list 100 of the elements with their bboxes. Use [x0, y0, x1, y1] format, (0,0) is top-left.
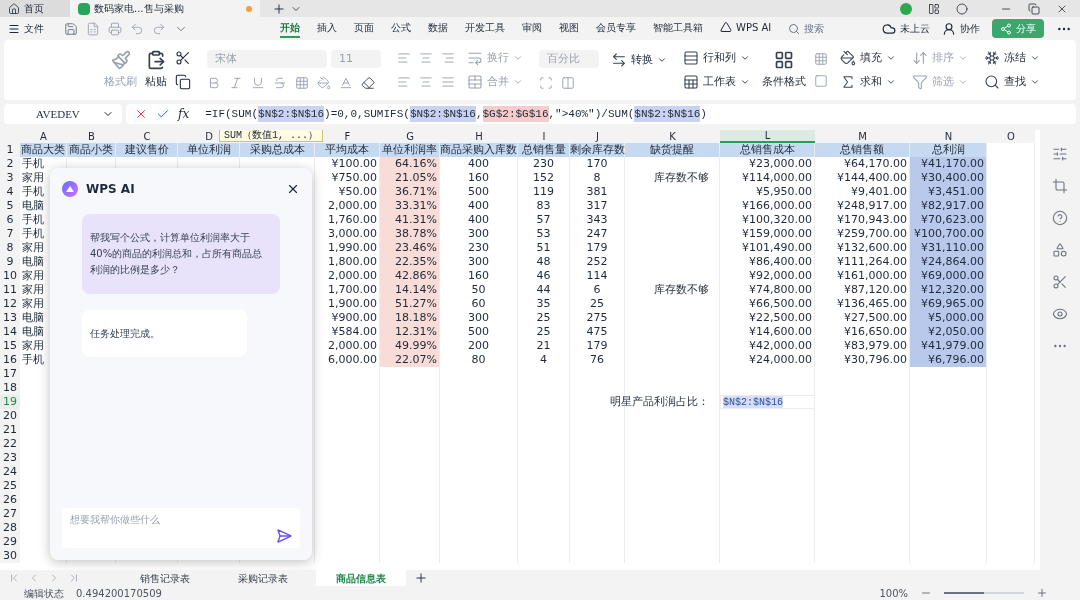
send-button[interactable]	[276, 528, 292, 544]
ribbon-tab[interactable]: 开始	[280, 19, 300, 38]
row-number[interactable]: 13	[0, 311, 20, 325]
column-header[interactable]: M	[815, 130, 910, 143]
scissors-icon[interactable]	[1052, 274, 1068, 290]
row-number[interactable]: 12	[0, 297, 20, 311]
add-sheet-icon[interactable]	[414, 571, 428, 585]
help-icon[interactable]	[1052, 210, 1068, 226]
column-header[interactable]: L	[720, 130, 815, 143]
align-center-icon[interactable]	[419, 75, 433, 90]
ribbon-tab[interactable]: 智能工具箱	[653, 19, 703, 38]
row-number[interactable]: 28	[0, 521, 20, 535]
save-icon[interactable]	[64, 21, 78, 36]
column-header[interactable]: J	[570, 130, 625, 143]
row-number[interactable]: 21	[0, 423, 20, 437]
row-number[interactable]: 24	[0, 465, 20, 479]
convert-button[interactable]: 转换	[607, 51, 671, 69]
ribbon-tab[interactable]: 数据	[428, 19, 448, 38]
fill-icon[interactable]	[840, 49, 856, 66]
align-middle-icon[interactable]	[419, 50, 433, 65]
row-number[interactable]: 15	[0, 339, 20, 353]
column-header[interactable]: H	[440, 130, 518, 143]
row-number[interactable]: 26	[0, 493, 20, 507]
row-number[interactable]: 27	[0, 507, 20, 521]
bold-icon[interactable]	[207, 76, 221, 90]
table-icon[interactable]	[814, 52, 828, 66]
column-header[interactable]: B	[67, 130, 116, 143]
ribbon-tab[interactable]: 开发工具	[465, 19, 505, 38]
eraser-icon[interactable]	[361, 76, 375, 90]
column-header[interactable]: I	[518, 130, 570, 143]
conditional-format-button[interactable]: 条件格式	[762, 49, 806, 91]
editing-cell[interactable]: $N$2:$N$16	[723, 396, 783, 408]
crop-icon[interactable]	[1052, 178, 1068, 194]
sheet-tab[interactable]: 采购记录表	[218, 570, 308, 586]
row-number[interactable]: 23	[0, 451, 20, 465]
collaborate-button[interactable]: 协作	[942, 21, 980, 36]
square-icon[interactable]	[814, 74, 828, 88]
restore-icon[interactable]	[1028, 2, 1040, 15]
sheet-tab[interactable]: 商品信息表	[316, 570, 406, 586]
row-number[interactable]: 18	[0, 381, 20, 395]
function-button[interactable]: fx	[178, 105, 190, 123]
ribbon-tab[interactable]: 审阅	[522, 19, 542, 38]
row-number[interactable]: 6	[0, 213, 20, 227]
confirm-icon[interactable]	[156, 107, 170, 121]
align-bottom-icon[interactable]	[441, 50, 455, 65]
search-button[interactable]: 搜索	[788, 21, 825, 36]
row-number[interactable]: 7	[0, 227, 20, 241]
ribbon-tab[interactable]: 公式	[391, 19, 411, 38]
redo-icon[interactable]	[152, 21, 166, 36]
cut-icon[interactable]	[175, 50, 191, 66]
column-header[interactable]: A	[20, 130, 67, 143]
sheet-icon[interactable]	[683, 74, 699, 91]
formula-field[interactable]: =IF(SUM($N$2:$N$16)=0,0,SUMIFS($N$2:$N$16,$G$2:$G$16,">40%")/SUM($N$2:$N$16)	[205, 105, 707, 123]
last-sheet-icon[interactable]	[68, 572, 80, 584]
rows-columns-button[interactable]: 行和列	[679, 49, 754, 66]
row-number[interactable]: 4	[0, 185, 20, 199]
row-number[interactable]: 11	[0, 283, 20, 297]
sheet-tab[interactable]: 销售记录表	[120, 570, 210, 586]
sum-button[interactable]: 求和	[836, 74, 900, 91]
border-icon[interactable]	[295, 76, 309, 90]
convert-icon[interactable]	[611, 52, 627, 68]
row-number[interactable]: 30	[0, 549, 20, 563]
row-number[interactable]: 16	[0, 353, 20, 367]
copy-icon[interactable]	[175, 74, 191, 90]
row-number[interactable]: 8	[0, 241, 20, 255]
column-header[interactable]: K	[625, 130, 720, 143]
row-number[interactable]: 9	[0, 255, 20, 269]
column-header[interactable]: G	[380, 130, 440, 143]
eye-icon[interactable]	[1052, 306, 1068, 322]
search-icon[interactable]	[984, 74, 1000, 91]
row-number[interactable]: 29	[0, 535, 20, 549]
row-number[interactable]: 14	[0, 325, 20, 339]
document-tab[interactable]: 数码家电...售与采购	[70, 0, 260, 17]
document-icon[interactable]	[86, 21, 100, 36]
ribbon-tab[interactable]: 插入	[317, 19, 337, 38]
ribbon-tab[interactable]: 会员专享	[596, 19, 636, 38]
ribbon-tab[interactable]: 视图	[559, 19, 579, 38]
align-left-icon[interactable]	[397, 75, 411, 90]
ribbon-tab[interactable]: WPS AI	[720, 19, 772, 38]
message-field[interactable]: 想要我帮你做些什么	[62, 508, 300, 548]
font-color-icon[interactable]	[339, 76, 353, 90]
column-header[interactable]: O	[987, 130, 1035, 143]
message-input[interactable]: 想要我帮你做些什么	[70, 512, 276, 527]
row-number[interactable]: 1	[0, 143, 20, 157]
row-number[interactable]: 22	[0, 437, 20, 451]
cancel-icon[interactable]	[134, 107, 148, 121]
row-number[interactable]: 20	[0, 409, 20, 423]
zoom-in-icon[interactable]	[1036, 587, 1048, 599]
fill-button[interactable]: 填充	[836, 49, 900, 66]
column-header[interactable]: C	[116, 130, 178, 143]
underline-icon[interactable]	[251, 76, 265, 90]
row-number[interactable]: 17	[0, 367, 20, 381]
sliders-icon[interactable]	[1052, 146, 1068, 162]
row-number[interactable]: 10	[0, 269, 20, 283]
italic-icon[interactable]	[229, 76, 243, 90]
column-header[interactable]: N	[910, 130, 987, 143]
rows-icon[interactable]	[683, 49, 699, 66]
row-number[interactable]: 3	[0, 171, 20, 185]
row-number[interactable]: 19	[0, 395, 20, 409]
print-icon[interactable]	[108, 21, 122, 36]
